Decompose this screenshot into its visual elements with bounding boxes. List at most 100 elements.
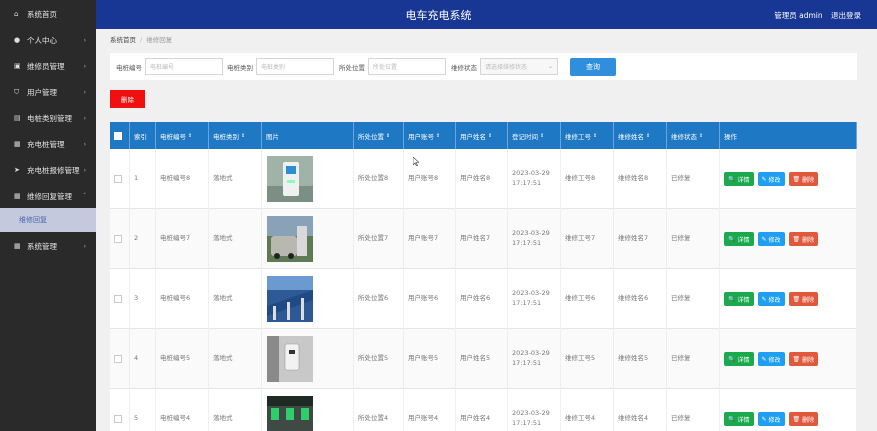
delete-button[interactable]: 🗑 删除 <box>788 352 819 366</box>
sidebar-item-4[interactable]: ▤ 电桩类别管理 › <box>0 105 96 131</box>
column-header[interactable]: 电桩类别 ⇕ <box>209 122 262 149</box>
sort-icon[interactable]: ⇕ <box>646 133 650 139</box>
delete-button[interactable]: 🗑 删除 <box>788 412 819 426</box>
checkbox[interactable] <box>114 355 122 363</box>
table-header: 索引 电桩编号 ⇕ 电桩类别 ⇕ 图片 所处位置 ⇕ 用户账号 ⇕ 用户姓名 ⇕ 登记时间 ⇕ 维修工号 ⇕ 维… <box>110 122 857 149</box>
cell-time: 2023-03-29 17:17:51 <box>508 329 561 389</box>
sort-icon[interactable]: ⇕ <box>593 133 597 139</box>
column-header[interactable]: 维修工号 ⇕ <box>561 122 614 149</box>
column-header[interactable]: 操作 <box>720 122 857 149</box>
status-select[interactable]: 请选择维修状态 ⌄ <box>480 58 558 75</box>
data-table: 索引 电桩编号 ⇕ 电桩类别 ⇕ 图片 所处位置 ⇕ 用户账号 ⇕ 用户姓名 ⇕ 登记时间 ⇕ 维修工号 ⇕ 维… <box>110 122 857 431</box>
detail-button[interactable]: 🔍 详情 <box>724 172 754 186</box>
sort-icon[interactable]: ⇕ <box>386 133 390 139</box>
delete-button[interactable]: 🗑 删除 <box>788 232 819 246</box>
trash-icon: 🗑 <box>792 295 801 303</box>
chevron-icon: › <box>83 114 86 122</box>
sort-icon[interactable]: ⇕ <box>488 133 492 139</box>
breadcrumb-home[interactable]: 系统首页 <box>110 36 136 44</box>
sidebar-item-0[interactable]: ⌂ 系统首页 <box>0 1 96 27</box>
edit-button[interactable]: ✎ 修改 <box>757 352 785 366</box>
cell-name: 用户姓名6 <box>456 269 508 329</box>
select-all-checkbox[interactable] <box>110 122 130 149</box>
charger-image <box>267 336 313 382</box>
cell-worker_name: 维修姓名5 <box>614 329 667 389</box>
column-header-label: 维修状态 <box>671 132 697 141</box>
column-header[interactable]: 用户姓名 ⇕ <box>456 122 508 149</box>
sort-icon[interactable]: ⇕ <box>540 133 544 139</box>
sidebar-item-2[interactable]: ▣ 维修员管理 › <box>0 53 96 79</box>
cell-type: 落地式 <box>209 329 262 389</box>
row-checkbox-cell[interactable] <box>110 209 130 269</box>
actions-cell: 🔍 详情 ✎ 修改 🗑 删除 <box>720 389 857 431</box>
column-header[interactable]: 图片 <box>262 122 354 149</box>
sort-icon[interactable]: ⇕ <box>188 133 192 139</box>
sidebar-item-label: 个人中心 <box>27 35 57 45</box>
chevron-icon: › <box>83 140 86 148</box>
sort-icon[interactable]: ⇕ <box>241 133 245 139</box>
cell-worker_name: 维修姓名6 <box>614 269 667 329</box>
edit-button[interactable]: ✎ 修改 <box>757 412 785 426</box>
location-input[interactable]: 所处位置 <box>368 58 446 75</box>
checkbox[interactable] <box>114 415 122 423</box>
column-header[interactable]: 维修状态 ⇕ <box>667 122 720 149</box>
sidebar: ⌂ 系统首页 ● 个人中心 › ▣ 维修员管理 › ⛉ 用户管理 › ▤ 电桩类别管理 › ▦ 充电桩管理 › ➤… <box>0 0 96 431</box>
column-header[interactable]: 电桩编号 ⇕ <box>156 122 209 149</box>
cell-status: 已修复 <box>667 329 720 389</box>
sidebar-item-5[interactable]: ▦ 充电桩管理 › <box>0 131 96 157</box>
sort-icon[interactable]: ⇕ <box>699 133 703 139</box>
column-header[interactable]: 所处位置 ⇕ <box>354 122 404 149</box>
column-header[interactable]: 索引 <box>130 122 156 149</box>
cell-account: 用户账号8 <box>404 149 456 209</box>
column-header[interactable]: 维修姓名 ⇕ <box>614 122 667 149</box>
cell-time: 2023-03-29 17:17:51 <box>508 149 561 209</box>
detail-button[interactable]: 🔍 详情 <box>724 352 754 366</box>
row-checkbox-cell[interactable] <box>110 389 130 431</box>
edit-button[interactable]: ✎ 修改 <box>757 172 785 186</box>
sidebar-item-3[interactable]: ⛉ 用户管理 › <box>0 79 96 105</box>
delete-button[interactable]: 🗑 删除 <box>788 172 819 186</box>
column-header[interactable]: 登记时间 ⇕ <box>508 122 561 149</box>
row-checkbox-cell[interactable] <box>110 329 130 389</box>
chevron-icon: › <box>83 166 86 174</box>
cell-status: 已修复 <box>667 269 720 329</box>
sidebar-item-6[interactable]: ➤ 充电桩报修管理 › <box>0 157 96 183</box>
detail-button[interactable]: 🔍 详情 <box>724 412 754 426</box>
chevron-icon: › <box>83 242 86 250</box>
sidebar-item-1[interactable]: ● 个人中心 › <box>0 27 96 53</box>
row-checkbox-cell[interactable] <box>110 149 130 209</box>
sidebar-item-8[interactable]: ▦ 系统管理 › <box>0 233 96 259</box>
detail-button[interactable]: 🔍 详情 <box>724 292 754 306</box>
checkbox[interactable] <box>114 235 122 243</box>
send-icon: ➤ <box>14 166 20 174</box>
cell-index: 5 <box>130 389 156 431</box>
sort-icon[interactable]: ⇕ <box>436 133 440 139</box>
row-checkbox-cell[interactable] <box>110 269 130 329</box>
sidebar-item-7[interactable]: ▦ 维修回复管理 ˇ <box>0 183 96 209</box>
pile-code-input[interactable]: 电桩编号 <box>145 58 223 75</box>
batch-delete-button[interactable]: 删除 <box>110 90 145 108</box>
image-cell <box>262 149 354 209</box>
delete-button[interactable]: 🗑 删除 <box>788 292 819 306</box>
checkbox[interactable] <box>114 175 122 183</box>
search-panel: 电桩编号 电桩编号 电桩类别 电桩类别 所处位置 所处位置 维修状态 请选择维修… <box>110 53 857 80</box>
cell-account: 用户账号7 <box>404 209 456 269</box>
edit-button[interactable]: ✎ 修改 <box>757 232 785 246</box>
cell-worker_id: 维修工号6 <box>561 269 614 329</box>
column-header[interactable]: 用户账号 ⇕ <box>404 122 456 149</box>
home-icon: ⌂ <box>14 10 19 18</box>
checkbox[interactable] <box>114 131 122 140</box>
checkbox[interactable] <box>114 295 122 303</box>
column-header-label: 用户姓名 <box>460 132 486 141</box>
logout-link[interactable]: 退出登录 <box>831 11 861 20</box>
search-button[interactable]: 查询 <box>570 58 616 76</box>
grid-icon: ▦ <box>14 242 21 250</box>
detail-button[interactable]: 🔍 详情 <box>724 232 754 246</box>
pile-type-input[interactable]: 电桩类别 <box>256 58 334 75</box>
trash-icon: 🗑 <box>792 175 801 183</box>
edit-button[interactable]: ✎ 修改 <box>757 292 785 306</box>
charger-image <box>267 276 313 322</box>
cell-worker_id: 维修工号8 <box>561 149 614 209</box>
sidebar-item-label: 电桩类别管理 <box>27 113 72 123</box>
sidebar-subitem-repair-reply[interactable]: 维修回复 <box>0 208 96 232</box>
